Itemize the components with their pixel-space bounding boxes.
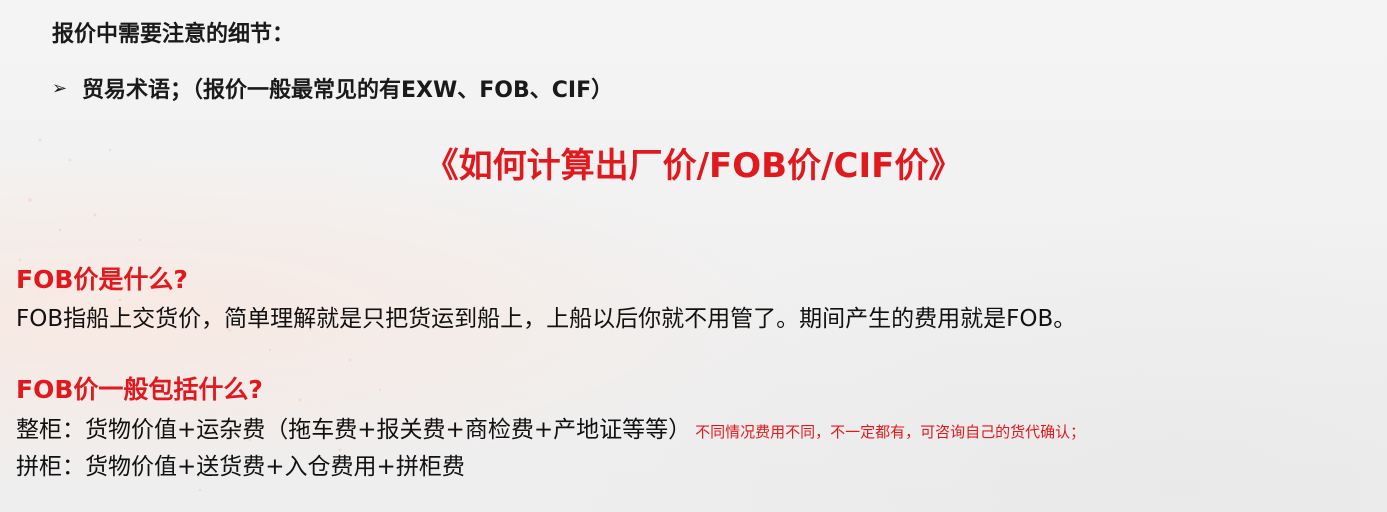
arrow-bullet-icon: ➢ xyxy=(52,77,68,99)
slide-heading: 报价中需要注意的细节： xyxy=(52,22,295,47)
bullet-text: 贸易术语；（报价一般最常见的有EXW、FOB、CIF） xyxy=(82,78,614,103)
answer-full-container: 整柜：货物价值+运杂费（拖车费+报关费+商检费+产地证等等） 不同情况费用不同，不… xyxy=(16,410,1085,444)
question-fob-what: FOB价是什么? xyxy=(16,265,188,294)
answer-fob-what: FOB指船上交货价，简单理解就是只把货运到船上，上船以后你就不用管了。期间产生的… xyxy=(16,306,1077,332)
question-fob-includes: FOB价一般包括什么? xyxy=(16,375,263,404)
bullet-item: ➢ 贸易术语；（报价一般最常见的有EXW、FOB、CIF） xyxy=(52,72,613,104)
answer-lcl: 拼柜：货物价值+送货费+入仓费用+拼柜费 xyxy=(16,454,465,480)
full-container-text: 整柜：货物价值+运杂费（拖车费+报关费+商检费+产地证等等） xyxy=(16,417,692,443)
center-title: 《如何计算出厂价/FOB价/CIF价》 xyxy=(424,146,963,186)
red-note: 不同情况费用不同，不一定都有，可咨询自己的货代确认； xyxy=(695,423,1086,441)
slide: 报价中需要注意的细节： ➢ 贸易术语；（报价一般最常见的有EXW、FOB、CIF… xyxy=(0,0,1387,512)
